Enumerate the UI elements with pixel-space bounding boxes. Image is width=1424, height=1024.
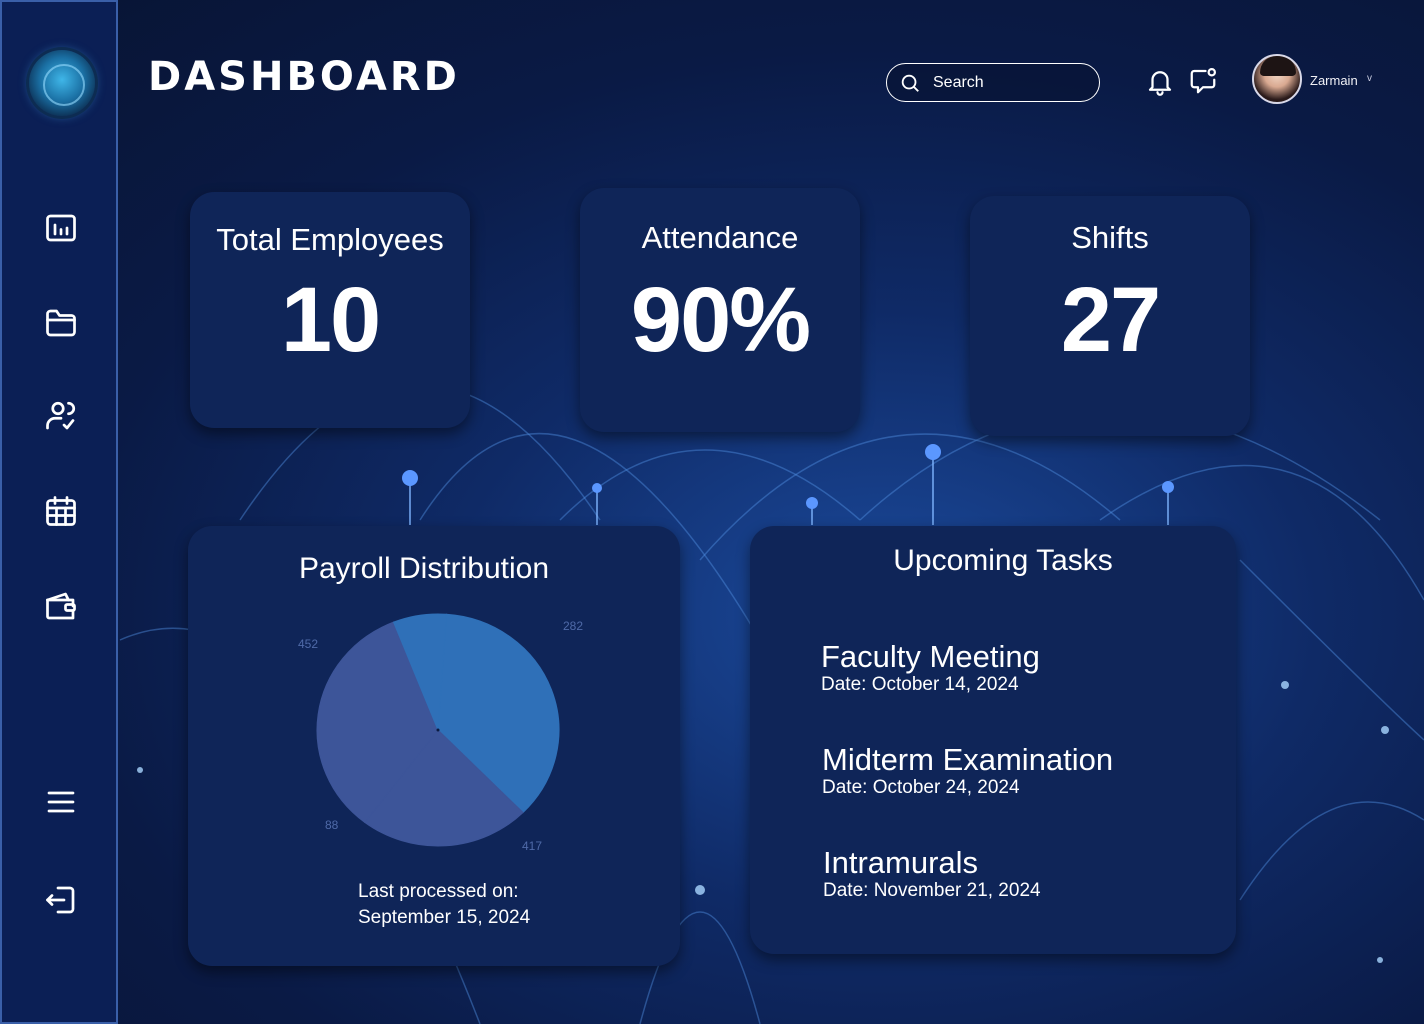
pie-center bbox=[436, 728, 440, 732]
stat-label: Total Employees bbox=[216, 222, 444, 257]
stat-value: 27 bbox=[1060, 269, 1161, 371]
user-avatar[interactable] bbox=[1252, 54, 1302, 104]
stat-label: Shifts bbox=[1071, 220, 1149, 255]
user-check-icon bbox=[46, 401, 76, 430]
sidebar bbox=[0, 0, 118, 1024]
sidebar-item-payroll[interactable] bbox=[40, 585, 82, 627]
search-input[interactable] bbox=[933, 73, 1083, 92]
task-title: Faculty Meeting bbox=[821, 639, 1040, 674]
task-item[interactable]: Midterm Examination Date: October 24, 20… bbox=[822, 743, 1113, 799]
tasks-title: Upcoming Tasks bbox=[893, 544, 1113, 577]
bar-chart-icon bbox=[46, 214, 76, 242]
task-date: Date: October 24, 2024 bbox=[822, 777, 1020, 798]
logout-icon bbox=[46, 886, 75, 914]
pie-data-label: 282 bbox=[563, 619, 583, 633]
menu-icon bbox=[47, 791, 75, 813]
total-employees-card: Total Employees 10 bbox=[190, 192, 470, 428]
task-title: Intramurals bbox=[823, 845, 979, 880]
search-icon bbox=[901, 74, 919, 92]
user-name[interactable]: Zarmain bbox=[1310, 73, 1358, 88]
processed-date: September 15, 2024 bbox=[358, 907, 531, 928]
stat-label: Attendance bbox=[641, 220, 799, 255]
task-title: Midterm Examination bbox=[822, 742, 1114, 777]
bell-icon bbox=[1148, 71, 1172, 96]
task-date: Date: November 21, 2024 bbox=[823, 880, 1041, 901]
payroll-pie-chart: 452 282 417 88 bbox=[298, 613, 583, 853]
last-processed: Last processed on: September 15, 2024 bbox=[358, 879, 530, 931]
shifts-card: Shifts 27 bbox=[970, 196, 1250, 436]
payroll-title: Payroll Distribution bbox=[298, 552, 550, 585]
attendance-card: Attendance 90% bbox=[580, 188, 860, 432]
task-item[interactable]: Intramurals Date: November 21, 2024 bbox=[823, 846, 1041, 902]
wallet-icon bbox=[46, 592, 76, 620]
task-item[interactable]: Faculty Meeting Date: October 14, 2024 bbox=[821, 640, 1040, 696]
menu-button[interactable] bbox=[40, 781, 82, 823]
pie-data-label: 417 bbox=[522, 839, 542, 853]
processed-label: Last processed on: bbox=[358, 881, 519, 902]
logout-button[interactable] bbox=[40, 879, 82, 921]
sidebar-item-dashboard[interactable] bbox=[40, 207, 82, 249]
folder-icon bbox=[46, 309, 76, 337]
calendar-icon bbox=[46, 496, 76, 526]
search-bar[interactable] bbox=[886, 63, 1100, 102]
sidebar-item-calendar[interactable] bbox=[40, 490, 82, 532]
message-notification-icon bbox=[1190, 68, 1216, 94]
sidebar-item-files[interactable] bbox=[40, 302, 82, 344]
task-date: Date: October 14, 2024 bbox=[821, 674, 1019, 695]
pie-data-label: 452 bbox=[298, 637, 318, 651]
stat-value: 90% bbox=[630, 269, 811, 371]
pie-data-label: 88 bbox=[325, 818, 339, 832]
app-logo bbox=[29, 50, 95, 116]
notifications-button[interactable] bbox=[1145, 66, 1175, 96]
page-title: DASHBOARD bbox=[148, 54, 460, 100]
upcoming-tasks-card: Upcoming Tasks Faculty Meeting Date: Oct… bbox=[750, 526, 1236, 954]
user-menu-caret[interactable]: v bbox=[1367, 73, 1372, 84]
messages-button[interactable] bbox=[1188, 66, 1218, 96]
stat-value: 10 bbox=[280, 269, 381, 371]
sidebar-item-employees[interactable] bbox=[40, 395, 82, 437]
